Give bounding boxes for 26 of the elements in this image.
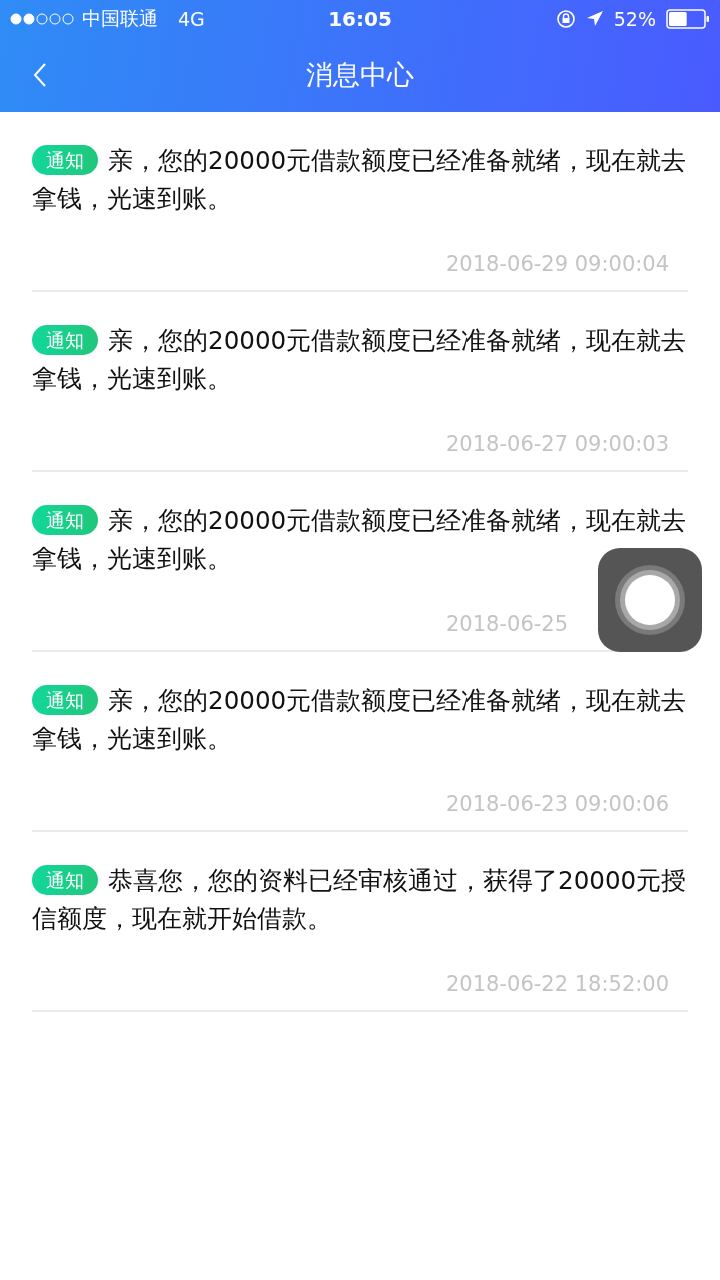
message-time: 2018-06-27 09:00:03 xyxy=(446,432,671,456)
message-time: 2018-06-22 18:52:00 xyxy=(446,972,671,996)
status-time: 16:05 xyxy=(328,7,392,31)
notice-tag: 通知 xyxy=(32,865,98,895)
battery-percent: 52% xyxy=(613,8,656,30)
message-text: 通知 恭喜您，您的资料已经审核通过，获得了20000元授信额度，现在就开始借款。 xyxy=(32,864,688,935)
message-time: 2018-06-25 xyxy=(446,612,570,636)
message-time: 2018-06-29 09:00:04 xyxy=(446,252,671,276)
notice-tag: 通知 xyxy=(32,685,98,715)
message-time: 2018-06-23 09:00:06 xyxy=(446,792,671,816)
notice-tag: 通知 xyxy=(32,145,98,175)
message-text: 通知 亲，您的20000元借款额度已经准备就绪，现在就去拿钱，光速到账。 xyxy=(32,504,688,575)
location-arrow-icon xyxy=(585,10,604,28)
battery-icon xyxy=(666,9,710,29)
message-text: 通知 亲，您的20000元借款额度已经准备就绪，现在就去拿钱，光速到账。 xyxy=(32,144,688,215)
rotation-lock-icon xyxy=(555,9,576,29)
page-title: 消息中心 xyxy=(306,58,414,92)
signal-icon xyxy=(10,13,74,25)
network-type: 4G xyxy=(178,8,205,30)
carrier-name: 中国联通 xyxy=(82,6,158,31)
message-text: 通知 亲，您的20000元借款额度已经准备就绪，现在就去拿钱，光速到账。 xyxy=(32,324,688,395)
assistive-touch-button[interactable] xyxy=(598,548,702,652)
back-icon[interactable] xyxy=(32,62,48,88)
notice-tag: 通知 xyxy=(32,505,98,535)
message-text: 通知 亲，您的20000元借款额度已经准备就绪，现在就去拿钱，光速到账。 xyxy=(32,684,688,755)
notice-tag: 通知 xyxy=(32,325,98,355)
